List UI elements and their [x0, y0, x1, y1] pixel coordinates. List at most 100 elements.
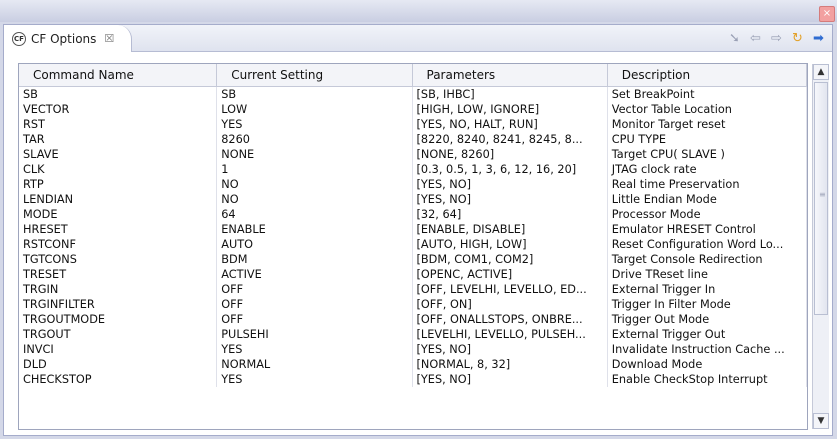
window-title-strip: ×	[0, 0, 837, 22]
table-row[interactable]: RTP NO [YES, NO] Real time Preservation	[19, 177, 807, 192]
cell-command-name: LENDIAN	[19, 192, 218, 207]
cell-command-name: TRESET	[19, 267, 218, 282]
cell-parameters: [SB, IHBC]	[413, 87, 608, 102]
cell-command-name: CLK	[19, 162, 218, 177]
column-header-command-name[interactable]: Command Name	[19, 64, 218, 86]
cell-description: JTAG clock rate	[608, 162, 807, 177]
cell-command-name: TRGOUTMODE	[19, 312, 218, 327]
options-table: Command Name Current Setting Parameters …	[18, 63, 808, 430]
table-row[interactable]: CLK 1 [0.3, 0.5, 1, 3, 6, 12, 16, 20] JTAG …	[19, 162, 807, 177]
cell-parameters: [YES, NO]	[413, 342, 608, 357]
go-icon[interactable]: ➡	[811, 31, 826, 46]
cell-description: Invalidate Instruction Cache ...	[608, 342, 807, 357]
vertical-scrollbar[interactable]: ▲ ≡ ▼	[812, 64, 829, 429]
column-header-description[interactable]: Description	[608, 64, 807, 86]
table-row[interactable]: TRGINFILTER OFF [OFF, ON] Trigger In Filter…	[19, 297, 807, 312]
table-row[interactable]: MODE 64 [32, 64] Processor Mode	[19, 207, 807, 222]
table-row[interactable]: SB SB [SB, IHBC] Set BreakPoint	[19, 87, 807, 102]
cell-parameters: [YES, NO]	[413, 192, 608, 207]
cell-current-setting[interactable]: BDM	[217, 252, 413, 267]
cell-current-setting[interactable]: OFF	[217, 312, 413, 327]
back-icon[interactable]: ⇦	[748, 31, 763, 46]
cell-description: Trigger Out Mode	[608, 312, 807, 327]
table-row[interactable]: SLAVE NONE [NONE, 8260] Target CPU( SLAVE )	[19, 147, 807, 162]
cell-command-name: INVCI	[19, 342, 218, 357]
table-row[interactable]: TRESET ACTIVE [OPENC, ACTIVE] Drive TReset …	[19, 267, 807, 282]
cell-parameters: [YES, NO]	[413, 372, 608, 387]
cell-description: CPU TYPE	[608, 132, 807, 147]
cell-description: Download Mode	[608, 357, 807, 372]
cell-description: Vector Table Location	[608, 102, 807, 117]
cell-description: Enable CheckStop Interrupt	[608, 372, 807, 387]
cell-command-name: SB	[19, 87, 218, 102]
cell-command-name: DLD	[19, 357, 218, 372]
table-row[interactable]: TRGOUT PULSEHI [LEVELHI, LEVELLO, PULSEH..…	[19, 327, 807, 342]
table-row[interactable]: DLD NORMAL [NORMAL, 8, 32] Download Mode	[19, 357, 807, 372]
table-row[interactable]: TAR 8260 [8220, 8240, 8241, 8245, 8... CPU …	[19, 132, 807, 147]
cell-description: External Trigger In	[608, 282, 807, 297]
view-tab-bar: CF CF Options ☒ ➘ ⇦ ⇨ ↻ ➡	[4, 25, 832, 52]
tab-close-icon[interactable]: ☒	[104, 32, 114, 45]
forward-icon[interactable]: ⇨	[769, 31, 784, 46]
cell-parameters: [ENABLE, DISABLE]	[413, 222, 608, 237]
cell-description: Monitor Target reset	[608, 117, 807, 132]
cell-parameters: [0.3, 0.5, 1, 3, 6, 12, 16, 20]	[413, 162, 608, 177]
tab-cf-options[interactable]: CF CF Options ☒	[4, 25, 132, 52]
cell-description: Set BreakPoint	[608, 87, 807, 102]
cell-current-setting[interactable]: 64	[217, 207, 413, 222]
cell-description: Target Console Redirection	[608, 252, 807, 267]
cell-command-name: RST	[19, 117, 218, 132]
table-row[interactable]: TRGIN OFF [OFF, LEVELHI, LEVELLO, ED... Ext…	[19, 282, 807, 297]
cell-current-setting[interactable]: SB	[217, 87, 413, 102]
column-header-current-setting[interactable]: Current Setting	[217, 64, 413, 86]
table-body: SB SB [SB, IHBC] Set BreakPoint VECTOR LOW [HI…	[19, 87, 807, 387]
cell-current-setting[interactable]: ACTIVE	[217, 267, 413, 282]
table-row[interactable]: VECTOR LOW [HIGH, LOW, IGNORE] Vector Table…	[19, 102, 807, 117]
cell-command-name: MODE	[19, 207, 218, 222]
cell-current-setting[interactable]: YES	[217, 372, 413, 387]
cell-command-name: TRGINFILTER	[19, 297, 218, 312]
cell-current-setting[interactable]: NONE	[217, 147, 413, 162]
cell-current-setting[interactable]: OFF	[217, 282, 413, 297]
cell-current-setting[interactable]: NORMAL	[217, 357, 413, 372]
scroll-thumb[interactable]: ≡	[814, 82, 828, 315]
cf-options-view: CF CF Options ☒ ➘ ⇦ ⇨ ↻ ➡ Command Name C…	[3, 24, 833, 436]
cell-current-setting[interactable]: YES	[217, 117, 413, 132]
cell-current-setting[interactable]: NO	[217, 192, 413, 207]
cell-current-setting[interactable]: NO	[217, 177, 413, 192]
scroll-up-button[interactable]: ▲	[813, 64, 829, 80]
column-header-parameters[interactable]: Parameters	[413, 64, 608, 86]
cell-parameters: [AUTO, HIGH, LOW]	[413, 237, 608, 252]
cell-current-setting[interactable]: PULSEHI	[217, 327, 413, 342]
cell-current-setting[interactable]: 8260	[217, 132, 413, 147]
cell-current-setting[interactable]: AUTO	[217, 237, 413, 252]
window-close-button[interactable]: ×	[819, 6, 835, 22]
cell-current-setting[interactable]: OFF	[217, 297, 413, 312]
cell-current-setting[interactable]: ENABLE	[217, 222, 413, 237]
cell-command-name: HRESET	[19, 222, 218, 237]
cell-command-name: TRGOUT	[19, 327, 218, 342]
refresh-icon[interactable]: ↻	[790, 31, 805, 46]
table-row[interactable]: TRGOUTMODE OFF [OFF, ONALLSTOPS, ONBRE... T…	[19, 312, 807, 327]
table-row[interactable]: INVCI YES [YES, NO] Invalidate Instruction …	[19, 342, 807, 357]
cell-command-name: TRGIN	[19, 282, 218, 297]
cell-current-setting[interactable]: 1	[217, 162, 413, 177]
table-row[interactable]: TGTCONS BDM [BDM, COM1, COM2] Target Consol…	[19, 252, 807, 267]
view-toolbar: ➘ ⇦ ⇨ ↻ ➡	[727, 31, 826, 46]
cell-parameters: [8220, 8240, 8241, 8245, 8...	[413, 132, 608, 147]
cell-parameters: [OFF, ONALLSTOPS, ONBRE...	[413, 312, 608, 327]
table-row[interactable]: LENDIAN NO [YES, NO] Little Endian Mode	[19, 192, 807, 207]
scroll-down-button[interactable]: ▼	[813, 413, 829, 429]
cell-description: Reset Configuration Word Lo...	[608, 237, 807, 252]
cell-description: Drive TReset line	[608, 267, 807, 282]
cell-current-setting[interactable]: YES	[217, 342, 413, 357]
table-row[interactable]: RST YES [YES, NO, HALT, RUN] Monitor Target…	[19, 117, 807, 132]
table-row[interactable]: CHECKSTOP YES [YES, NO] Enable CheckStop In…	[19, 372, 807, 387]
cell-parameters: [NORMAL, 8, 32]	[413, 357, 608, 372]
table-row[interactable]: HRESET ENABLE [ENABLE, DISABLE] Emulator HR…	[19, 222, 807, 237]
cell-command-name: CHECKSTOP	[19, 372, 218, 387]
pin-icon[interactable]: ➘	[727, 31, 742, 46]
cell-description: External Trigger Out	[608, 327, 807, 342]
table-row[interactable]: RSTCONF AUTO [AUTO, HIGH, LOW] Reset Config…	[19, 237, 807, 252]
cell-current-setting[interactable]: LOW	[217, 102, 413, 117]
